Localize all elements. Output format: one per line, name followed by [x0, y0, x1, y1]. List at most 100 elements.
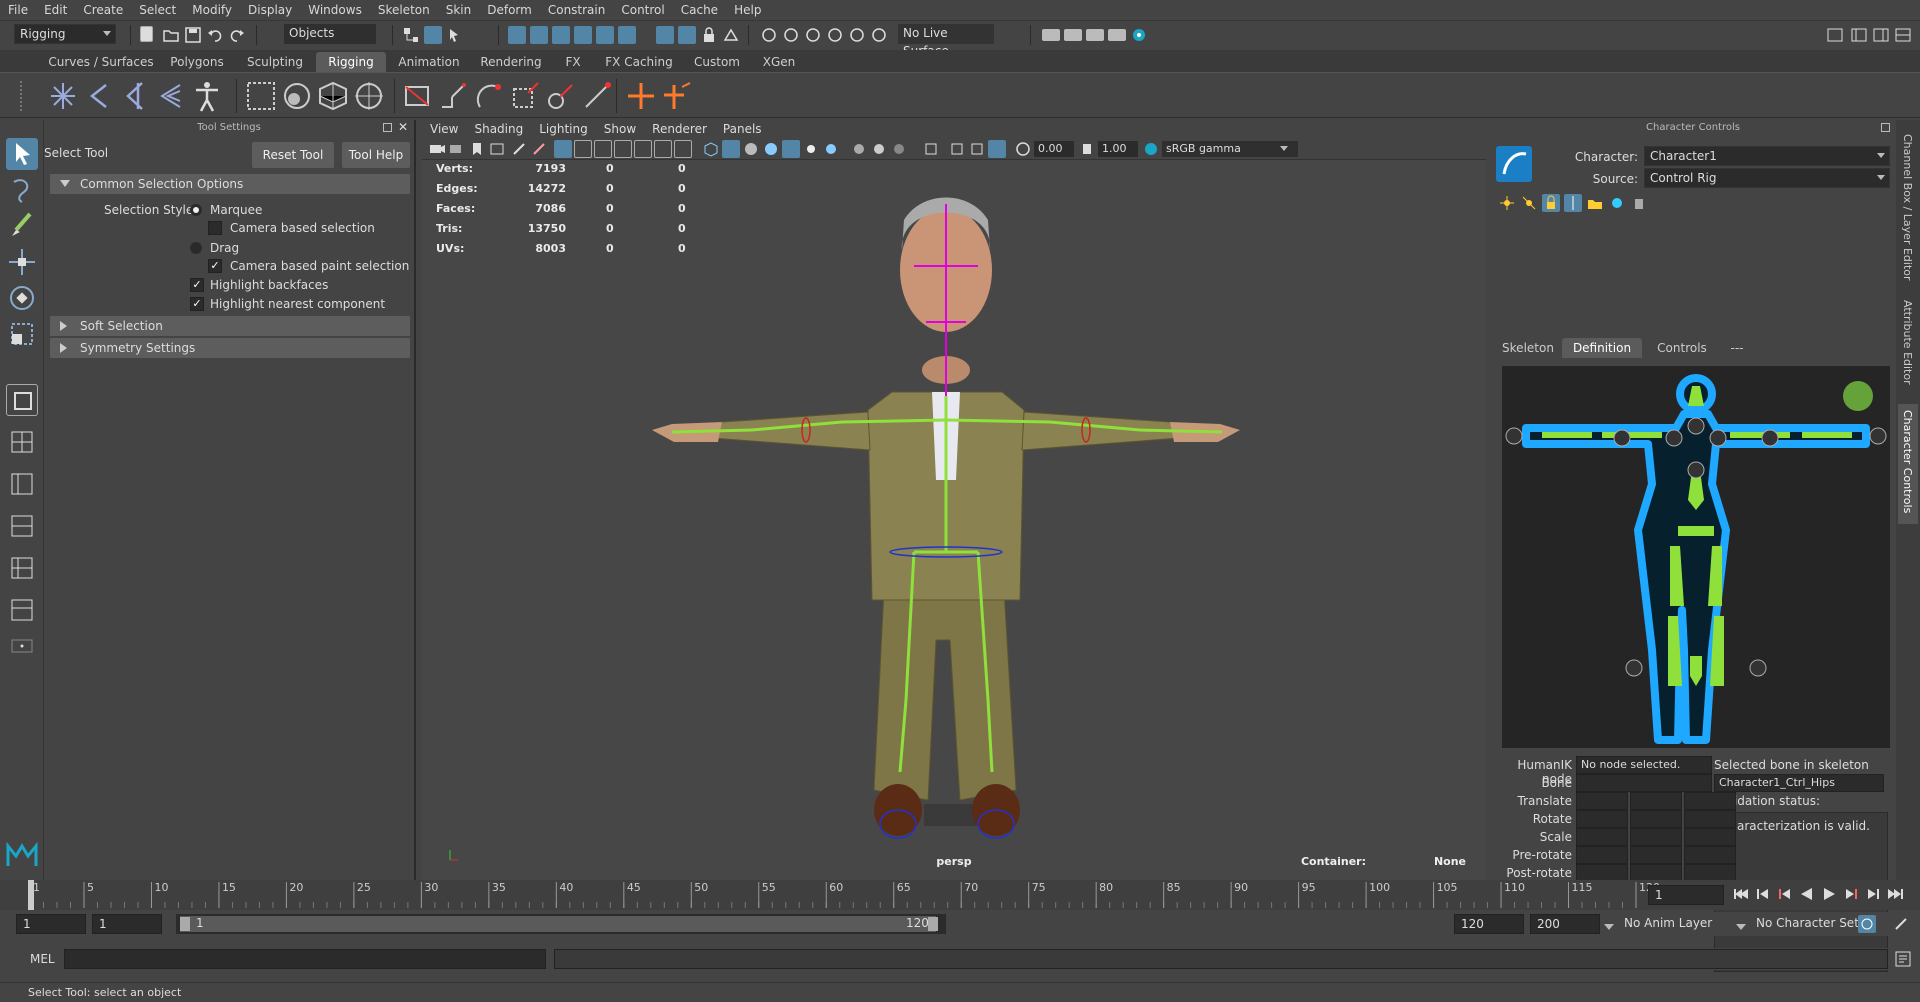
- shadows-icon[interactable]: [822, 140, 840, 158]
- menu-create[interactable]: Create: [75, 0, 131, 20]
- playback-start-field[interactable]: 1: [92, 914, 162, 934]
- resolution-gate-icon[interactable]: [594, 140, 612, 158]
- exposure-field[interactable]: 0.00: [1034, 141, 1074, 157]
- ipr-render-icon[interactable]: [1086, 29, 1104, 41]
- soft-selection-section-header[interactable]: Soft Selection: [50, 316, 410, 336]
- scale-constraint-icon[interactable]: [508, 79, 542, 113]
- delete-definition-icon[interactable]: [1630, 194, 1648, 212]
- ik-spline-icon[interactable]: [118, 79, 152, 113]
- bookmark-icon[interactable]: [468, 140, 486, 158]
- viewport-menu-shading[interactable]: Shading: [466, 120, 531, 138]
- textured-icon[interactable]: [782, 140, 800, 158]
- grease-pencil-icon[interactable]: [530, 140, 548, 158]
- common-selection-section-header[interactable]: Common Selection Options: [50, 174, 410, 194]
- field-chart-icon[interactable]: [634, 140, 652, 158]
- humanik-figure-svg[interactable]: [1502, 366, 1890, 748]
- viewport-menu-show[interactable]: Show: [596, 120, 644, 138]
- hypershade-icon[interactable]: [1130, 26, 1148, 44]
- humanik-logo-icon[interactable]: [1496, 146, 1532, 182]
- time-slider[interactable]: 1 5 10 15 20 25 30 35 40 45 50 55 60 65 70 75 80 85 90 95 10…: [0, 880, 1920, 910]
- scene-end-field[interactable]: 200: [1530, 914, 1600, 934]
- shelf-tab-sculpting[interactable]: Sculpting: [240, 52, 310, 72]
- translate-z-field[interactable]: [1684, 792, 1736, 810]
- layout-menu-icon[interactable]: [6, 630, 38, 662]
- snap-relative-icon[interactable]: [804, 26, 822, 44]
- save-scene-icon[interactable]: [184, 26, 202, 44]
- view-transform-arrow-icon[interactable]: [1278, 142, 1290, 154]
- current-frame-field[interactable]: 1: [1648, 885, 1724, 905]
- screen-space-ao-icon[interactable]: [850, 140, 868, 158]
- select-hierarchy-icon[interactable]: [402, 26, 420, 44]
- lattice-icon[interactable]: [316, 79, 350, 113]
- shelf-tab-curves-surfaces[interactable]: Curves / Surfaces: [48, 52, 154, 72]
- camera-based-paint-checkbox[interactable]: ✓: [208, 259, 222, 273]
- bind-skin-icon[interactable]: [244, 79, 278, 113]
- step-forward-key-icon[interactable]: [1864, 885, 1882, 903]
- xray-joints-icon[interactable]: [988, 140, 1006, 158]
- viewport-panel[interactable]: View Shading Lighting Show Renderer Pane…: [422, 120, 1486, 880]
- snap-surface-icon[interactable]: [848, 26, 866, 44]
- scene-start-field[interactable]: 1: [16, 914, 86, 934]
- side-tab-channel-box[interactable]: Channel Box / Layer Editor: [1901, 134, 1914, 281]
- persp-outliner-layout-icon[interactable]: [6, 468, 38, 500]
- menu-control[interactable]: Control: [613, 0, 672, 20]
- script-editor-icon[interactable]: [1894, 950, 1912, 968]
- current-time-marker[interactable]: [28, 880, 34, 910]
- safe-title-icon[interactable]: [674, 140, 692, 158]
- shelf-tab-fx[interactable]: FX: [560, 52, 586, 72]
- gamma-icon[interactable]: [1078, 140, 1096, 158]
- viewport-menu-renderer[interactable]: Renderer: [644, 120, 715, 138]
- wireframe-on-shaded-icon[interactable]: [762, 140, 780, 158]
- lasso-tool-icon[interactable]: [6, 174, 38, 206]
- viewport-menu-lighting[interactable]: Lighting: [531, 120, 596, 138]
- tab-skeleton[interactable]: Skeleton: [1496, 338, 1560, 358]
- command-input[interactable]: [64, 949, 546, 969]
- side-tab-character-controls[interactable]: Character Controls: [1901, 410, 1914, 513]
- camera-select-icon[interactable]: [428, 140, 446, 158]
- load-skeleton-icon[interactable]: [1586, 194, 1604, 212]
- selected-bone-field[interactable]: Character1_Ctrl_Hips: [1714, 774, 1884, 792]
- shelf-tab-polygons[interactable]: Polygons: [164, 52, 230, 72]
- redo-icon[interactable]: [228, 26, 246, 44]
- selection-mode-dropdown[interactable]: Objects: [284, 24, 376, 44]
- shelf-tab-custom[interactable]: Custom: [690, 52, 744, 72]
- menu-cache[interactable]: Cache: [673, 0, 726, 20]
- shelf-tab-rigging[interactable]: Rigging: [316, 52, 386, 72]
- reset-tool-button[interactable]: Reset Tool: [252, 142, 334, 168]
- image-plane-icon[interactable]: [488, 140, 506, 158]
- playback-end-field[interactable]: 120: [1454, 914, 1524, 934]
- exposure-icon[interactable]: [1014, 140, 1032, 158]
- insert-joint-icon[interactable]: [154, 79, 188, 113]
- menu-help[interactable]: Help: [726, 0, 769, 20]
- snap-view-plane-icon[interactable]: [596, 26, 614, 44]
- camera-based-selection-checkbox[interactable]: [208, 221, 222, 235]
- menu-modify[interactable]: Modify: [184, 0, 240, 20]
- point-constraint-icon[interactable]: [400, 79, 434, 113]
- scale-y-field[interactable]: [1630, 828, 1682, 846]
- rotate-x-field[interactable]: [1576, 810, 1628, 828]
- create-locator-icon[interactable]: [624, 79, 658, 113]
- step-back-key-icon[interactable]: [1754, 885, 1772, 903]
- pre-rotate-x-field[interactable]: [1576, 846, 1628, 864]
- lock-icon[interactable]: [700, 26, 718, 44]
- range-slider[interactable]: 1 120: [176, 914, 946, 934]
- render-view-icon[interactable]: [1042, 29, 1060, 41]
- go-to-start-icon[interactable]: [1732, 885, 1750, 903]
- character-dropdown[interactable]: Character1: [1644, 146, 1890, 166]
- input-operations-icon[interactable]: [656, 26, 674, 44]
- body-part-ik-icon[interactable]: [1520, 194, 1538, 212]
- xform-constraint-icon[interactable]: [782, 26, 800, 44]
- scale-x-field[interactable]: [1576, 828, 1628, 846]
- layout-icon-1[interactable]: [1850, 26, 1868, 44]
- snap-curve-icon[interactable]: [530, 26, 548, 44]
- bone-field[interactable]: [1576, 774, 1712, 792]
- tab-controls[interactable]: Controls: [1646, 338, 1718, 358]
- humanik-figure-view[interactable]: [1502, 366, 1890, 748]
- animation-prefs-icon[interactable]: [1892, 915, 1910, 933]
- rotate-z-field[interactable]: [1684, 810, 1736, 828]
- make-live-icon[interactable]: [618, 26, 636, 44]
- viewport-menu-panels[interactable]: Panels: [715, 120, 770, 138]
- persp-graph-layout-icon[interactable]: [6, 510, 38, 542]
- camera-attributes-icon[interactable]: [448, 140, 466, 158]
- default-material-icon[interactable]: [742, 140, 760, 158]
